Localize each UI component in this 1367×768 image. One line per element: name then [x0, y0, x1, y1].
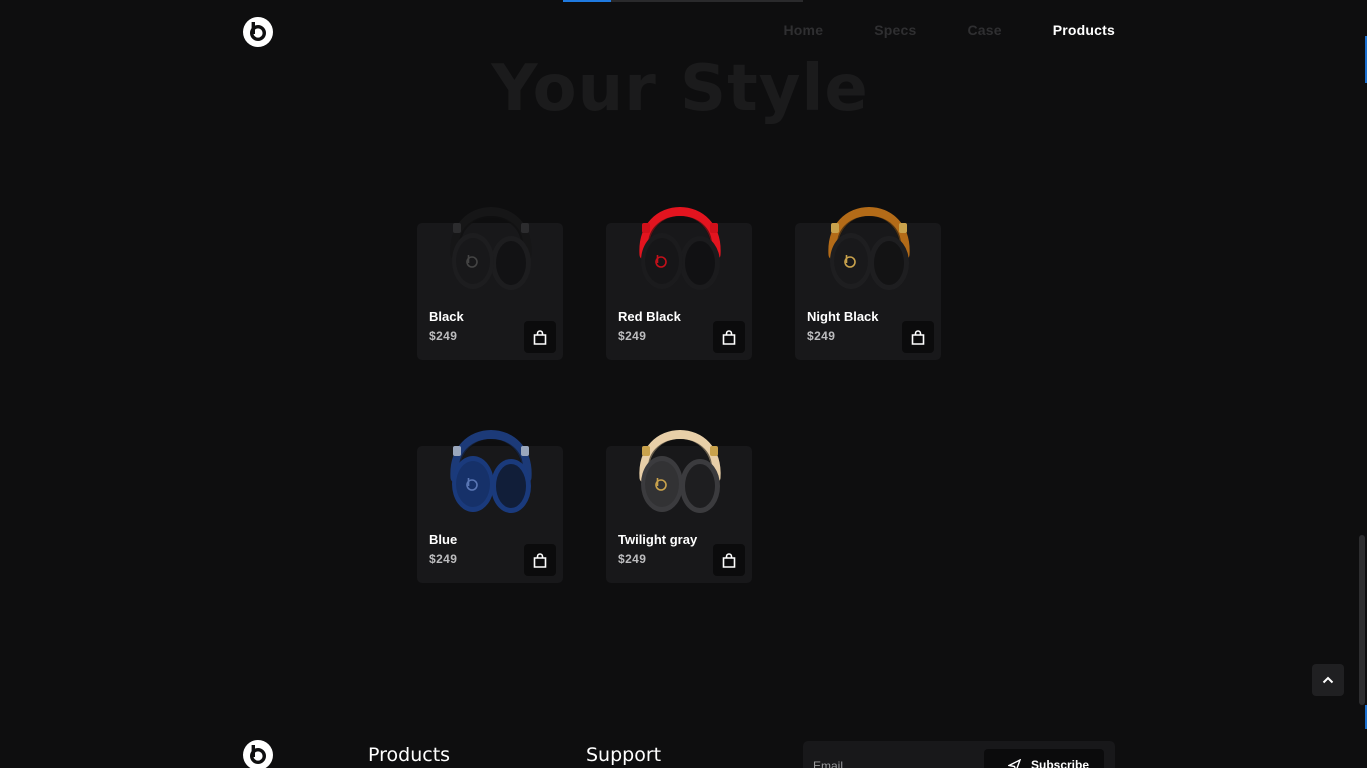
add-to-cart-button[interactable]: [902, 321, 934, 353]
product-card: Black $249: [417, 207, 563, 360]
section-title: Your Style: [491, 52, 869, 126]
footer-support-heading: Support: [586, 744, 662, 766]
add-to-cart-button[interactable]: [524, 321, 556, 353]
beats-logo-icon[interactable]: [243, 17, 273, 47]
send-icon: [1008, 758, 1021, 768]
subscribe-button[interactable]: Subscribe: [984, 749, 1104, 768]
chevron-up-icon: [1322, 676, 1334, 684]
product-price: $249: [618, 329, 647, 343]
product-card: Twilight gray $249: [606, 430, 752, 583]
product-card: Blue $249: [417, 430, 563, 583]
headphones-image: [639, 207, 721, 290]
shopping-bag-icon: [533, 329, 547, 345]
product-price: $249: [429, 552, 458, 566]
shopping-bag-icon: [533, 552, 547, 568]
headphones-image: [639, 430, 721, 513]
product-name: Blue: [429, 532, 458, 547]
product-name: Black: [429, 309, 464, 324]
product-name: Night Black: [807, 309, 879, 324]
subscribe-label: Subscribe: [1031, 758, 1090, 768]
add-to-cart-button[interactable]: [713, 544, 745, 576]
page: Home Specs Case Products Your Style Blac…: [0, 0, 1367, 768]
add-to-cart-button[interactable]: [713, 321, 745, 353]
email-input[interactable]: [813, 757, 973, 768]
product-card: Red Black $249: [606, 207, 752, 360]
product-name: Twilight gray: [618, 532, 698, 547]
add-to-cart-button[interactable]: [524, 544, 556, 576]
product-price: $249: [807, 329, 836, 343]
shopping-bag-icon: [911, 329, 925, 345]
headphones-image: [828, 207, 910, 290]
nav-home-link[interactable]: Home: [783, 22, 823, 38]
nav-case-link[interactable]: Case: [967, 22, 1001, 38]
shopping-bag-icon: [722, 329, 736, 345]
headphones-image: [450, 207, 532, 290]
footer-products-heading: Products: [368, 744, 451, 766]
scroll-to-top-button[interactable]: [1312, 664, 1344, 696]
newsletter-form: Subscribe: [803, 741, 1115, 768]
headphones-image: [450, 430, 532, 513]
scroll-progress-indicator: [563, 0, 803, 2]
product-price: $249: [618, 552, 647, 566]
shopping-bag-icon: [722, 552, 736, 568]
product-name: Red Black: [618, 309, 681, 324]
product-price: $249: [429, 329, 458, 343]
product-card: Night Black $249: [795, 207, 941, 360]
nav-products-link[interactable]: Products: [1053, 22, 1115, 38]
nav-specs-link[interactable]: Specs: [874, 22, 916, 38]
main-nav: Home Specs Case Products: [732, 22, 1115, 38]
scrollbar-thumb[interactable]: [1359, 535, 1365, 705]
page-scrollbar[interactable]: [1357, 0, 1367, 768]
footer-beats-logo-icon[interactable]: [243, 740, 273, 768]
scroll-progress-fill: [563, 0, 611, 2]
